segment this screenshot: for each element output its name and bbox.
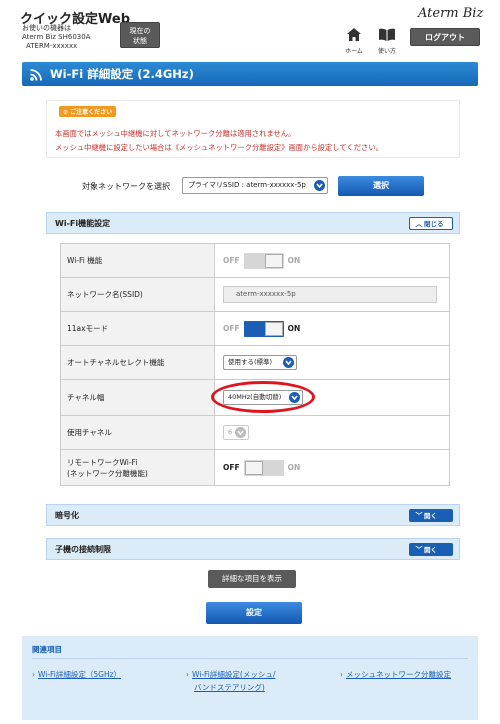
encryption-section-header: 暗号化 ﹀ 開く: [46, 504, 460, 526]
warning-icon: ⊙: [63, 109, 69, 116]
chevron-up-icon: ︿: [415, 220, 423, 228]
header: クイック設定Web お使いの機器は Aterm Biz SH6030A ATER…: [0, 0, 500, 58]
network-select-value: プライマリSSID : aterm-xxxxxx-5p: [188, 181, 306, 189]
notice-text: 本画面ではメッシュ中継機に対してネットワーク分離は適用されません。 メッシュ中継…: [55, 127, 383, 155]
status-button[interactable]: 現在の状態: [120, 22, 160, 48]
help-label: 使い方: [377, 48, 396, 55]
wifi-settings-section-title: Wi-Fi機能設定: [55, 219, 111, 228]
expand-client-limit-button[interactable]: ﹀ 開く: [409, 543, 453, 556]
wifi-function-label: Wi-Fi 機能: [60, 243, 215, 278]
notice-box: ⊙ ご注意ください 本画面ではメッシュ中継機に対してネットワーク分離は適用されま…: [46, 100, 460, 158]
channel-in-use-select[interactable]: 6: [223, 425, 249, 440]
table-row: Wi-Fi 機能 OFF ON: [60, 243, 450, 278]
chevron-down-icon: [314, 180, 325, 191]
remote-work-wifi-label: リモートワークWi-Fi (ネットワーク分離機能): [60, 449, 215, 486]
notice-badge: ⊙ ご注意ください: [59, 106, 117, 117]
channel-width-label: チャネル幅: [60, 379, 215, 416]
wifi-settings-section-header: Wi-Fi機能設定 ︿ 閉じる: [46, 212, 460, 234]
show-detailed-items-button[interactable]: 詳細な項目を表示: [208, 570, 296, 588]
network-select[interactable]: プライマリSSID : aterm-xxxxxx-5p: [182, 177, 328, 194]
submit-button[interactable]: 設定: [206, 602, 302, 624]
chevron-down-icon: [235, 427, 246, 438]
wifi-icon: [30, 69, 42, 81]
select-network-button[interactable]: 選択: [338, 176, 424, 196]
help-button[interactable]: 使い方: [374, 26, 400, 55]
encryption-section-title: 暗号化: [55, 511, 79, 520]
related-link-wifi-mesh[interactable]: › Wi-Fi詳細設定(メッシュ/ バンドステアリング): [186, 668, 275, 694]
network-select-label: 対象ネットワークを選択: [82, 182, 170, 191]
related-link-wifi-5ghz[interactable]: › Wi-Fi詳細設定（5GHz）: [32, 668, 121, 681]
home-label: ホーム: [345, 48, 363, 55]
client-limit-section-title: 子機の接続制限: [55, 545, 111, 554]
logout-button[interactable]: ログアウト: [410, 28, 480, 46]
device-info: お使いの機器は Aterm Biz SH6030A ATERM-xxxxxx: [22, 24, 90, 51]
page-title: Wi-Fi 詳細設定 (2.4GHz): [50, 67, 194, 81]
remote-work-wifi-toggle[interactable]: OFF ON: [223, 459, 300, 476]
11ax-mode-label: 11axモード: [60, 311, 215, 346]
11ax-mode-toggle[interactable]: OFF ON: [223, 320, 300, 337]
expand-encryption-button[interactable]: ﹀ 開く: [409, 509, 453, 522]
chevron-down-icon: ﹀: [415, 512, 423, 520]
ssid-field: aterm-xxxxxx-5p: [223, 286, 437, 303]
auto-channel-select-label: オートチャネルセレクト機能: [60, 345, 215, 380]
chevron-down-icon: ﹀: [415, 546, 423, 554]
table-row: オートチャネルセレクト機能 使用する(標準): [60, 345, 450, 380]
device-caption: お使いの機器は: [22, 24, 71, 32]
notice-line-2: メッシュ中継機に設定したい場合は《メッシュネットワーク分離設定》画面から設定して…: [55, 143, 383, 152]
book-icon: [379, 28, 395, 41]
table-row: 11axモード OFF ON: [60, 311, 450, 346]
page-title-bar: Wi-Fi 詳細設定 (2.4GHz): [22, 62, 478, 86]
home-button[interactable]: ホーム: [342, 26, 366, 55]
table-row: リモートワークWi-Fi (ネットワーク分離機能) OFF ON: [60, 449, 450, 486]
related-items: 関連項目 › Wi-Fi詳細設定（5GHz） › Wi-Fi詳細設定(メッシュ/ バ…: [22, 636, 478, 720]
related-items-title: 関連項目: [32, 645, 62, 654]
channel-in-use-label: 使用チャネル: [60, 415, 215, 450]
home-icon: [347, 28, 361, 41]
ssid-label: ネットワーク名(SSID): [60, 277, 215, 312]
related-link-mesh-network-separation[interactable]: › メッシュネットワーク分離設定: [340, 668, 451, 681]
device-model: Aterm Biz SH6030A: [22, 33, 91, 41]
client-limit-section-header: 子機の接続制限 ﹀ 開く: [46, 538, 460, 560]
collapse-wifi-settings-button[interactable]: ︿ 閉じる: [409, 217, 453, 230]
wifi-function-toggle[interactable]: OFF ON: [223, 252, 300, 269]
table-row: 使用チャネル 6: [60, 415, 450, 450]
wifi-settings-table: Wi-Fi 機能 OFF ON ネットワーク名(SSID) aterm-xxxx…: [60, 243, 450, 486]
table-row: ネットワーク名(SSID) aterm-xxxxxx-5p: [60, 277, 450, 312]
channel-width-highlight: [211, 381, 315, 413]
aterm-biz-logo: Aterm Biz: [418, 6, 484, 21]
notice-line-1: 本画面ではメッシュ中継機に対してネットワーク分離は適用されません。: [55, 129, 296, 138]
divider: [32, 658, 468, 659]
auto-channel-select[interactable]: 使用する(標準): [223, 355, 297, 370]
chevron-down-icon: [283, 357, 294, 368]
device-name: ATERM-xxxxxx: [26, 42, 78, 50]
